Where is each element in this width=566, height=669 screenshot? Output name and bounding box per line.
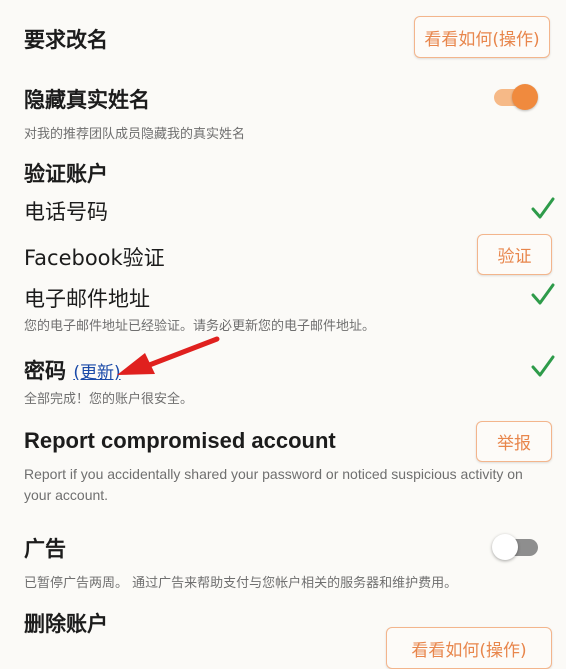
hide-real-name-toggle[interactable] (492, 82, 540, 112)
toggle-knob (512, 84, 538, 110)
verify-account-title: 验证账户 (24, 162, 108, 186)
facebook-verify-button[interactable]: 验证 (477, 234, 552, 275)
ads-title: 广告 (24, 537, 66, 561)
red-arrow-annotation (117, 336, 220, 375)
report-compromised-title: Report compromised account (24, 428, 336, 453)
email-address-label: 电子邮件地址 (24, 287, 150, 311)
check-icon (531, 197, 555, 219)
hide-real-name-description: 对我的推荐团队成员隐藏我的真实姓名 (24, 127, 246, 142)
ads-description: 已暂停广告两周。 通过广告来帮助支付与您帐户相关的服务器和维护费用。 (24, 576, 458, 591)
check-icon (531, 283, 555, 305)
phone-number-label: 电话号码 (24, 200, 108, 224)
ads-toggle[interactable] (492, 532, 540, 562)
report-button[interactable]: 举报 (476, 421, 552, 462)
hide-real-name-title: 隐藏真实姓名 (24, 88, 150, 112)
delete-account-title: 删除账户 (24, 612, 108, 636)
report-description: Report if you accidentally shared your p… (24, 466, 523, 503)
password-label: 密码 (24, 359, 66, 383)
toggle-knob (492, 534, 518, 560)
name-change-how-button[interactable]: 看看如何(操作) (414, 16, 550, 58)
password-title: 密码 (更新) (24, 355, 121, 385)
facebook-verify-label: Facebook验证 (24, 246, 165, 270)
delete-account-how-button[interactable]: 看看如何(操作) (386, 627, 552, 669)
password-description: 全部完成！您的账户很安全。 (24, 392, 194, 407)
name-change-title: 要求改名 (24, 28, 108, 52)
check-icon (531, 355, 555, 377)
